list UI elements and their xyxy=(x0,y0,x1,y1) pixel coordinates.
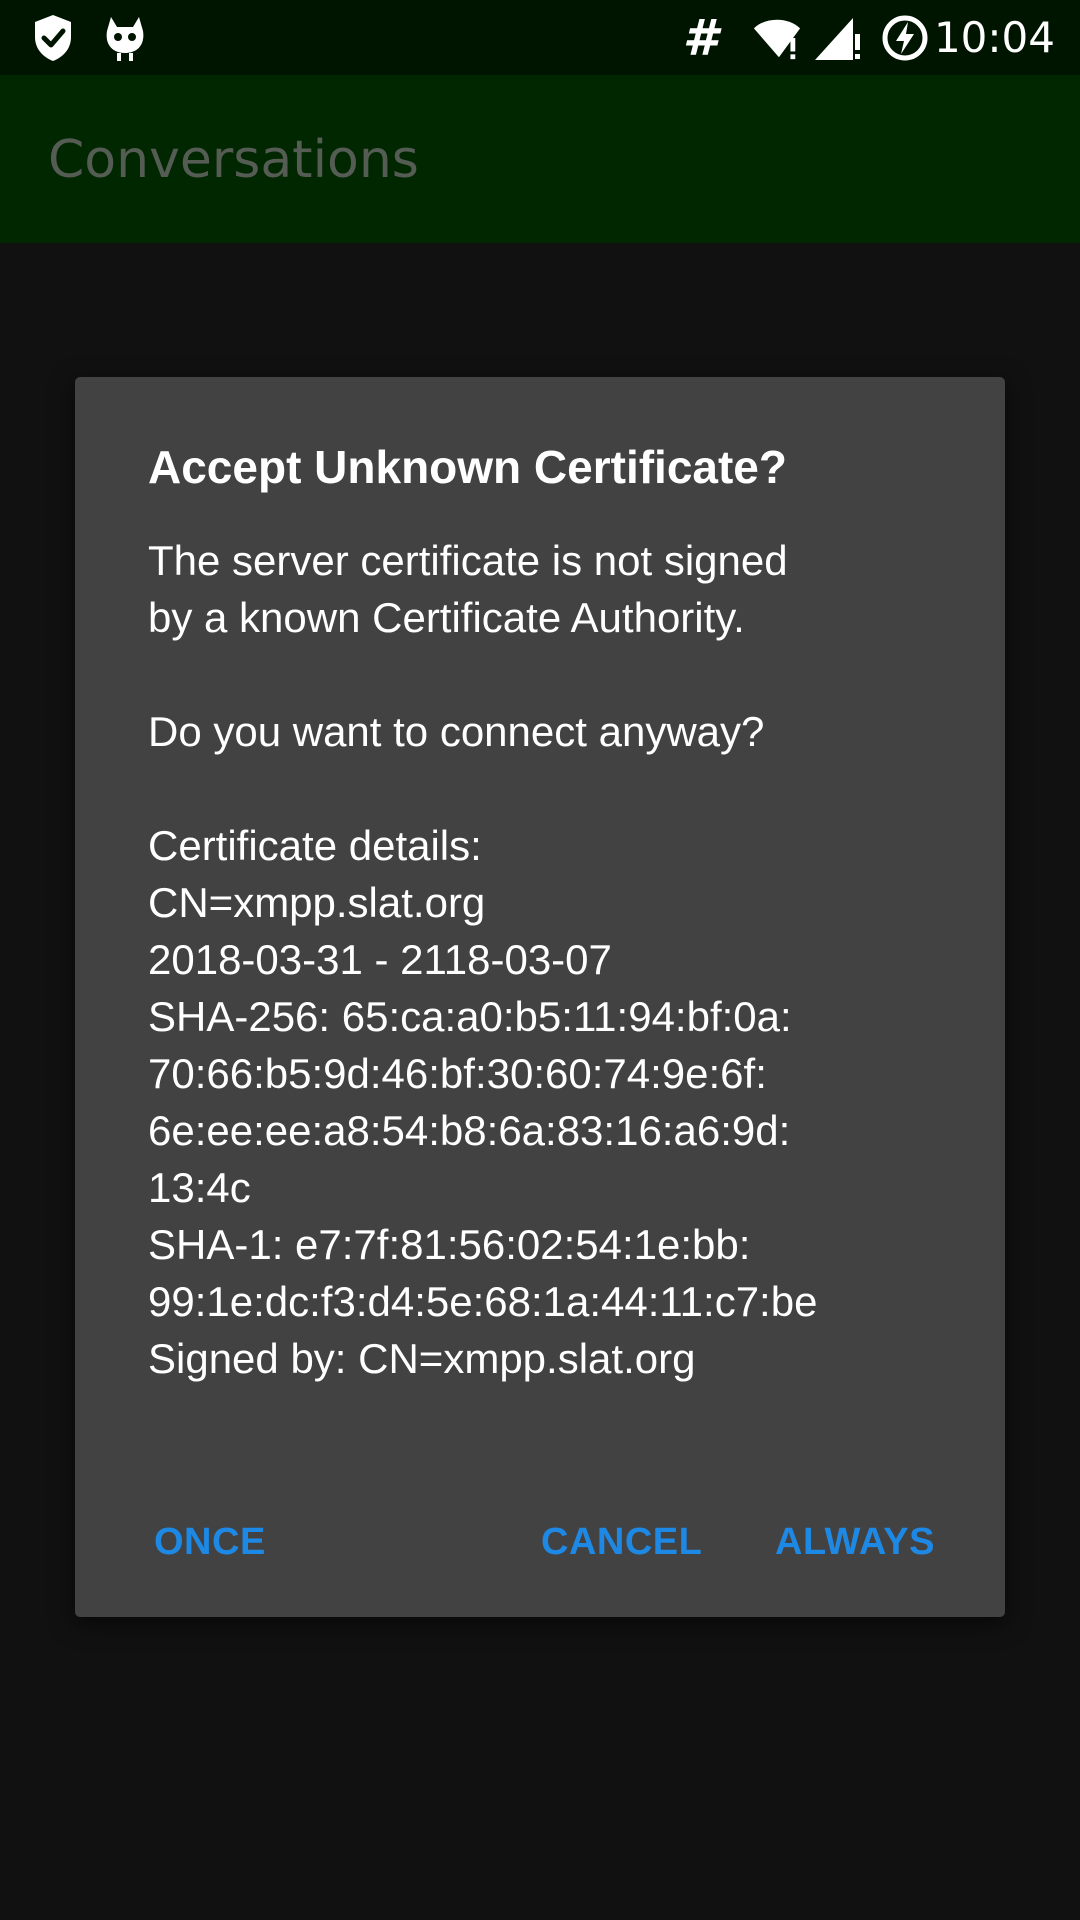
status-bar: # 10:04 xyxy=(0,0,1080,75)
dialog-title: Accept Unknown Certificate? xyxy=(148,441,787,493)
message-line: SHA-256: 65:ca:a0:b5:11:94:bf:0a: xyxy=(148,993,792,1040)
certificate-dialog: Accept Unknown Certificate? The server c… xyxy=(75,377,1005,1617)
always-button[interactable]: ALWAYS xyxy=(771,1502,939,1582)
status-time: 10:04 xyxy=(933,13,1055,62)
message-line: 2018-03-31 - 2118-03-07 xyxy=(148,936,612,983)
signal-alert-icon xyxy=(812,13,862,63)
hash-glyph: # xyxy=(682,9,718,67)
dialog-message: The server certificate is not signed by … xyxy=(148,532,948,1387)
once-button[interactable]: ONCE xyxy=(150,1502,270,1582)
message-gap xyxy=(148,646,948,703)
cancel-button[interactable]: CANCEL xyxy=(537,1502,706,1582)
cyanogen-mascot-icon xyxy=(100,13,150,63)
message-line: CN=xmpp.slat.org xyxy=(148,879,486,926)
message-line: Do you want to connect anyway? xyxy=(148,708,765,755)
shield-check-icon xyxy=(28,13,78,63)
message-line: 13:4c xyxy=(148,1164,251,1211)
message-line: SHA-1: e7:7f:81:56:02:54:1e:bb: xyxy=(148,1221,751,1268)
message-line: Signed by: CN=xmpp.slat.org xyxy=(148,1335,696,1382)
message-line: by a known Certificate Authority. xyxy=(148,594,745,641)
message-line: 6e:ee:ee:a8:54:b8:6a:83:16:a6:9d: xyxy=(148,1107,791,1154)
wifi-alert-icon xyxy=(752,13,802,63)
message-line: Certificate details: xyxy=(148,822,482,869)
battery-charging-icon xyxy=(880,13,930,63)
message-line: 70:66:b5:9d:46:bf:30:60:74:9e:6f: xyxy=(148,1050,767,1097)
app-title: Conversations xyxy=(48,130,419,190)
app-bar: Conversations xyxy=(0,75,1080,243)
hash-icon: # xyxy=(675,13,725,63)
message-gap xyxy=(148,760,948,817)
message-line: 99:1e:dc:f3:d4:5e:68:1a:44:11:c7:be xyxy=(148,1278,818,1325)
message-line: The server certificate is not signed xyxy=(148,537,788,584)
dialog-actions: ONCE CANCEL ALWAYS xyxy=(75,1502,1005,1582)
